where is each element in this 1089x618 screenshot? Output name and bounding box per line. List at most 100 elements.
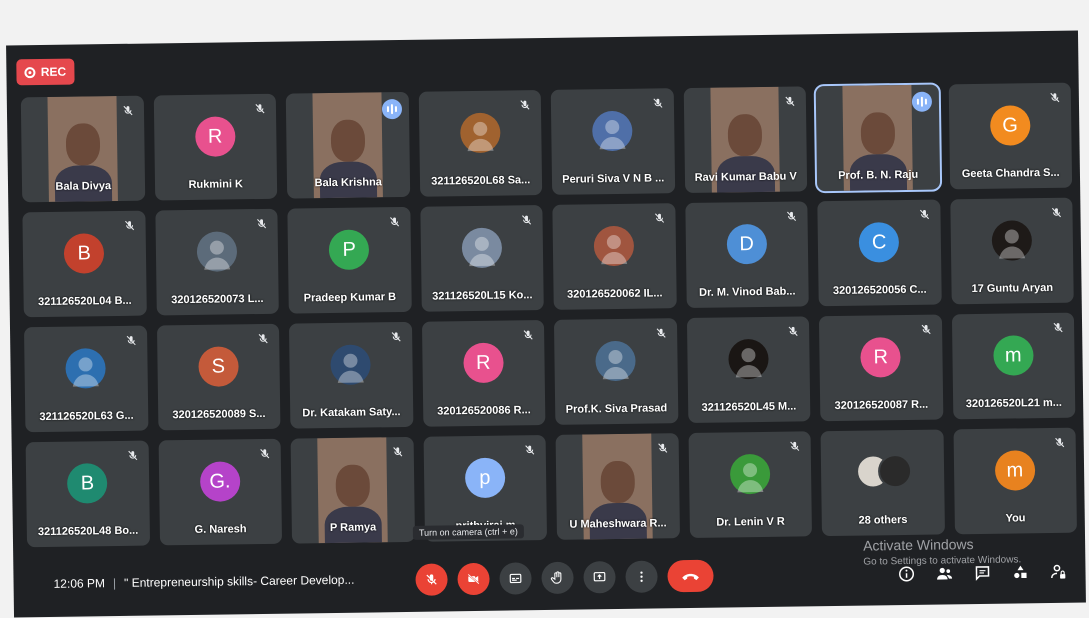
activities-button[interactable] — [1007, 559, 1033, 585]
photo-silhouette-icon — [735, 348, 762, 378]
mic-off-icon — [389, 330, 403, 344]
video-face — [330, 119, 366, 163]
participant-avatar: R — [194, 116, 236, 157]
participant-name: You — [1005, 512, 1026, 525]
participant-tile[interactable]: B 321126520L04 B... — [22, 210, 147, 318]
participant-tile[interactable]: Bala Krishna — [285, 91, 410, 199]
mic-off-icon — [519, 213, 533, 227]
participant-tile[interactable]: B 321126520L48 Bo... — [25, 440, 150, 548]
participant-tile[interactable]: Bala Divya — [20, 95, 145, 203]
photo-silhouette-icon — [338, 353, 365, 383]
mic-off-icon — [652, 211, 666, 225]
participant-tile[interactable]: P Ramya — [290, 436, 415, 544]
participant-tile[interactable]: 321126520L15 Ko... — [419, 205, 544, 312]
participant-tile[interactable]: Dr. Katakam Saty... — [288, 321, 413, 429]
mic-off-icon — [258, 447, 272, 461]
profile-photo — [593, 225, 635, 267]
participant-tile[interactable]: 321126520L68 Sa... — [418, 90, 543, 197]
more-vert-icon — [634, 570, 648, 584]
bottom-toolbar: 12:06 PM | " Entrepreneurship skills- Care… — [13, 536, 1086, 617]
participant-tile[interactable]: R 320126520086 R... — [421, 320, 546, 427]
participant-tile[interactable]: P Pradeep Kumar B — [287, 206, 412, 314]
raise-hand-button[interactable] — [541, 561, 574, 595]
mic-off-icon — [788, 439, 802, 453]
mic-off-icon — [1053, 436, 1067, 450]
profile-photo — [461, 227, 502, 269]
participant-tile[interactable]: 320126520062 IL... — [552, 203, 677, 310]
participant-name: Prof.K. Siva Prasad — [565, 402, 668, 416]
video-face — [65, 123, 101, 166]
meeting-title[interactable]: " Entrepreneurship skills- Career Develo… — [124, 573, 355, 590]
participant-tile[interactable]: 320126520073 L... — [154, 208, 279, 316]
participant-name: 320126520086 R... — [437, 404, 531, 418]
meeting-details-button[interactable] — [893, 561, 919, 587]
participant-tile[interactable]: m 320126520L21 m... — [951, 312, 1076, 420]
participant-tile[interactable]: 28 others — [820, 429, 945, 537]
people-button[interactable] — [931, 560, 957, 586]
camera-off-button[interactable] — [457, 562, 490, 596]
photo-silhouette-icon — [601, 235, 628, 265]
profile-photo — [727, 338, 769, 380]
participant-tile[interactable]: 321126520L45 M... — [686, 316, 811, 424]
photo-silhouette-icon — [468, 236, 495, 267]
meeting-info: 12:06 PM | " Entrepreneurship skills- Care… — [53, 573, 354, 591]
people-icon — [934, 564, 954, 582]
participant-tile[interactable]: G Geeta Chandra S... — [948, 82, 1073, 190]
call-controls — [415, 559, 714, 596]
participant-tile[interactable]: 17 Guntu Aryan — [949, 197, 1074, 305]
mic-off-icon — [784, 209, 798, 223]
participant-tile[interactable]: S 320126520089 S... — [156, 323, 281, 431]
profile-photo — [991, 220, 1032, 261]
photo-silhouette-icon — [737, 463, 764, 493]
meet-window: REC Bala Divya R Rukmini K Bala Krishna 3211… — [6, 30, 1086, 618]
participant-name: Dr. Katakam Saty... — [302, 406, 401, 420]
mic-off-icon — [120, 104, 134, 118]
mic-off-icon — [390, 445, 404, 459]
participant-tile[interactable]: Prof. B. N. Raju — [813, 82, 942, 194]
participant-avatar: B — [63, 233, 105, 274]
mic-off-icon — [125, 449, 139, 463]
host-controls-button[interactable] — [1045, 559, 1071, 585]
participant-name: Geeta Chandra S... — [961, 166, 1060, 181]
participant-tile[interactable]: 321126520L63 G... — [23, 325, 148, 433]
more-options-button[interactable] — [625, 560, 658, 593]
participant-tile[interactable]: R 320126520087 R... — [818, 314, 943, 422]
mic-off-icon — [124, 334, 138, 348]
captions-button[interactable] — [499, 562, 532, 595]
mic-off-icon — [917, 208, 931, 222]
participant-tile[interactable]: Prof.K. Siva Prasad — [553, 318, 678, 425]
participant-tile[interactable]: G. G. Naresh — [158, 438, 283, 546]
participant-name: P Ramya — [329, 521, 377, 535]
present-button[interactable] — [583, 561, 616, 594]
mic-off-button[interactable] — [415, 563, 448, 596]
participant-tile[interactable]: C 320126520056 C... — [817, 199, 942, 307]
participant-tile[interactable]: R Rukmini K — [153, 93, 278, 201]
participant-name: 320126520089 S... — [172, 407, 266, 422]
participant-tile[interactable]: Peruri Siva V N B ... — [550, 88, 675, 195]
recording-badge: REC — [16, 58, 75, 86]
participant-avatar: m — [992, 335, 1034, 376]
participant-avatar: P — [328, 229, 370, 271]
mic-off-icon — [654, 326, 668, 340]
photo-silhouette-icon — [998, 229, 1025, 259]
participant-avatar: R — [463, 342, 504, 384]
participant-avatar: p — [464, 457, 506, 499]
hand-icon — [549, 570, 565, 586]
participant-tile[interactable]: U Maheshwara R... — [555, 433, 680, 540]
participant-name: 320126520056 C... — [832, 283, 927, 297]
participant-tile[interactable]: D Dr. M. Vinod Bab... — [684, 201, 809, 309]
chat-button[interactable] — [969, 560, 995, 586]
recording-label: REC — [40, 64, 67, 80]
leave-call-button[interactable] — [667, 559, 714, 593]
participant-name: 321126520L45 M... — [701, 400, 797, 414]
camera-tooltip: Turn on camera (ctrl + e) — [412, 524, 524, 540]
mic-off-icon — [650, 96, 664, 110]
mic-off-icon — [786, 324, 800, 338]
participant-tile[interactable]: Dr. Lenin V R — [688, 431, 812, 539]
participant-tile[interactable]: Ravi Kumar Babu V — [683, 86, 808, 194]
mic-off-icon — [424, 573, 438, 587]
participant-tile[interactable]: m You — [953, 427, 1077, 535]
profile-photo — [65, 348, 107, 389]
hangup-icon — [680, 570, 700, 582]
profile-photo — [196, 231, 237, 272]
